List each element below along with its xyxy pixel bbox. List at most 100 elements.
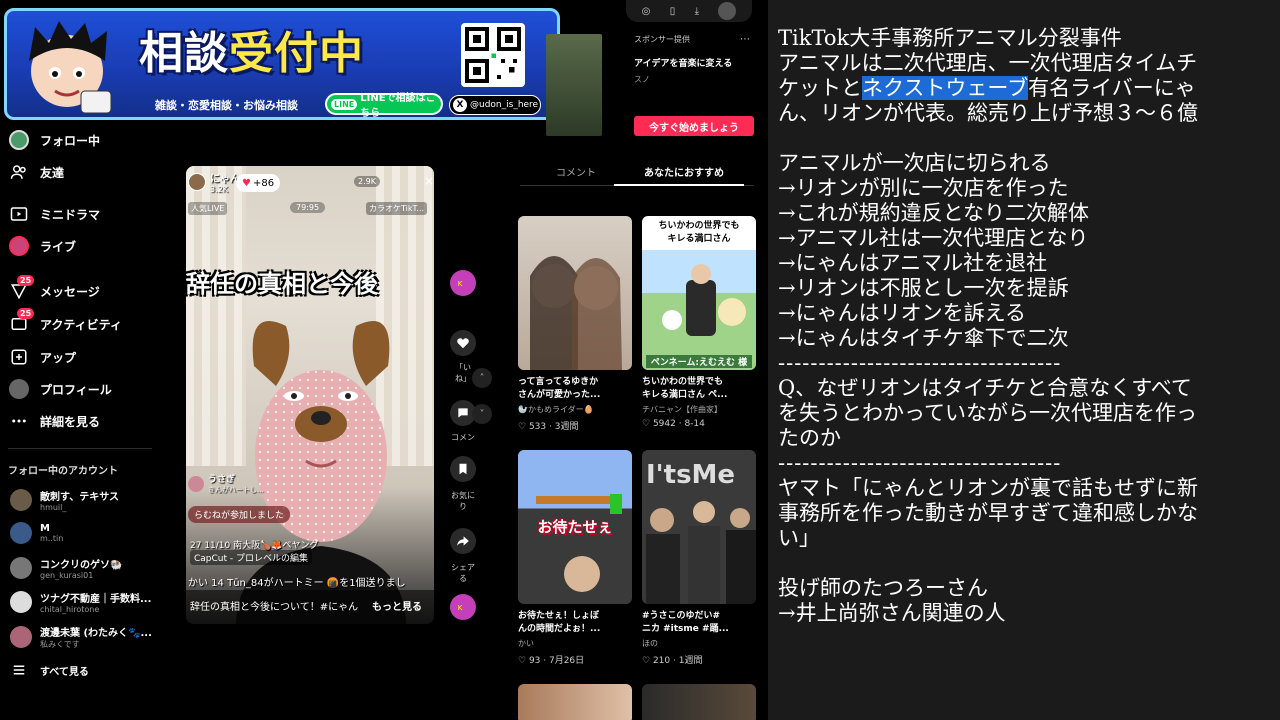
- list-icon: [8, 659, 30, 681]
- tab-comments[interactable]: コメント: [556, 164, 596, 179]
- sidebar-item-label: フォロー中: [40, 133, 101, 148]
- line-consult-badge: LINE LINEで相談はこちら: [325, 93, 443, 117]
- sponsor-more-icon[interactable]: ⋯: [740, 34, 750, 45]
- sponsor-title: アイデアを音楽に変える: [634, 59, 733, 69]
- note-line: 事務所を作った動きが早すぎて違和感しかな: [778, 501, 1198, 525]
- sidebar-item-mini-drama[interactable]: ミニドラマ: [8, 202, 100, 226]
- live-gift-icon[interactable]: K: [450, 594, 476, 620]
- sidebar-divider: [8, 448, 152, 449]
- following-account-item[interactable]: Mm..tin: [10, 522, 63, 544]
- scroll-up-icon[interactable]: ˄: [472, 368, 492, 388]
- heart-icon: ♡: [642, 419, 653, 429]
- recommended-video-card[interactable]: I'tsMe #うさこのゆだい# ニカ #itsme #踊... ほの ♡ 21…: [642, 450, 756, 666]
- video-meta: ♡ 5942 · 8-14: [642, 419, 705, 429]
- x-handle-badge: X @udon_is_here: [449, 95, 541, 115]
- note-blank-line: [778, 126, 1280, 151]
- see-more-link[interactable]: もっと見る: [372, 598, 422, 613]
- following-account-item[interactable]: ツナグ不動産｜手数料... chital_hirotone: [10, 590, 151, 614]
- heart-icon: [457, 338, 469, 349]
- line-logo-icon: LINE: [331, 98, 358, 110]
- banner-subtitle: 雑談・恋愛相談・お悩み相談: [155, 99, 298, 112]
- heart-icon: ♡: [518, 422, 529, 432]
- svg-text:K: K: [458, 280, 463, 288]
- sponsor-cta-button[interactable]: 今すぐ始めましょう: [634, 116, 754, 136]
- save-label: お気に り: [451, 491, 475, 511]
- following-account-item[interactable]: コンクリのゲソ🐏 gen_kurasi01: [10, 556, 122, 580]
- chat-author: うさぎ: [208, 475, 236, 485]
- viewer-count: 2.9K: [354, 176, 380, 187]
- recommended-video-card[interactable]: ちいかわの世界でも キレる満口さん ペンネーム:えむえむ 様 ちいかわの世界でも…: [642, 216, 756, 429]
- note-line: ヤマト「にゃんとリオンが裏で話もせずに新: [778, 476, 1198, 500]
- like-count: +86: [252, 177, 275, 189]
- video-caption: #うさこのゆだい# ニカ #itsme #踊...: [642, 611, 729, 634]
- sidebar-item-live[interactable]: ライブ: [8, 234, 76, 258]
- close-icon[interactable]: ×: [424, 174, 434, 188]
- note-blank-line: [778, 551, 1280, 576]
- live-video-player[interactable]: にゃん 3.2K ♥ +86 2.9K × 人気LIVE 79:95 カラオケTik…: [186, 166, 434, 624]
- recommended-video-card[interactable]: って言ってるゆきか さんが可愛かった... 🦭かもめライダー🥚 ♡ 533 · …: [518, 216, 632, 432]
- sponsor-thumbnail[interactable]: [546, 34, 602, 136]
- live-gift-icon[interactable]: K: [450, 270, 476, 296]
- tab-recommended[interactable]: あなたにおすすめ: [644, 164, 724, 179]
- video-caption: って言ってるゆきか さんが可愛かった...: [518, 377, 601, 400]
- note-line: →リオンは不服とし一次を提訴: [778, 276, 1069, 300]
- note-line: Q、なぜリオンはタイチケと合意なくすべて: [778, 376, 1192, 400]
- like-count: 5942: [652, 419, 676, 429]
- share-icon: [457, 536, 469, 546]
- like-count: 93: [528, 656, 541, 666]
- share-button[interactable]: [450, 528, 476, 554]
- sidebar-item-following[interactable]: フォロー中: [8, 128, 100, 152]
- scroll-down-icon[interactable]: ˅: [472, 404, 492, 424]
- avatar: [10, 591, 32, 613]
- more-icon: [8, 410, 30, 432]
- svg-text:K: K: [458, 604, 463, 612]
- account-name: 敵刺す、テキサス: [40, 492, 119, 503]
- heart-icon: ♡: [642, 656, 653, 666]
- account-name: 渡邊未葉 (わたみく🐾...: [40, 628, 152, 639]
- live-host-info[interactable]: にゃん 3.2K: [188, 170, 240, 194]
- sidebar-item-messages[interactable]: 25 メッセージ: [8, 275, 100, 303]
- note-line: TikTok大手事務所アニマル分裂事件: [778, 26, 1122, 50]
- account-id: hmuil_: [40, 503, 67, 512]
- video-author: 🦭かもめライダー🥚: [518, 405, 594, 414]
- sidebar-item-label: ミニドラマ: [40, 207, 101, 222]
- avatar: [188, 475, 204, 492]
- pip-icon[interactable]: ◎: [642, 6, 651, 17]
- profile-icon: [8, 378, 30, 400]
- download-icon[interactable]: ⤓: [695, 6, 699, 17]
- avatar: [10, 626, 32, 648]
- video-meta: ♡ 93 · 7月26日: [518, 656, 585, 666]
- recommended-video-card[interactable]: お待たせぇ お待たせぇ！しょぼ んの時間だよぉ！... かい ♡ 93 · 7月…: [518, 450, 632, 666]
- mobile-icon[interactable]: ▯: [670, 6, 676, 17]
- following-accounts-header: フォロー中のアカウント: [8, 466, 118, 477]
- sidebar-item-label: ライブ: [40, 239, 77, 254]
- x-logo-icon: X: [453, 98, 467, 112]
- note-line: ケットとネクストウェーブ有名ライバーにゃ: [778, 76, 1280, 101]
- qr-code-image: [461, 23, 525, 87]
- following-account-item[interactable]: 渡邊未葉 (わたみく🐾... 私みくです: [10, 624, 152, 650]
- sidebar-item-activity[interactable]: 25 アクティビティ: [8, 308, 122, 336]
- sidebar-item-profile[interactable]: プロフィール: [8, 377, 112, 401]
- sidebar: フォロー中 友達 ミニドラマ ライブ 25 メッセージ 25 アクティビティ ア…: [0, 124, 160, 720]
- comment-label: コメン: [451, 433, 475, 442]
- user-avatar-icon[interactable]: [718, 2, 737, 20]
- activity-icon: 25: [8, 308, 35, 335]
- mini-drama-icon: [8, 203, 30, 225]
- sidebar-item-more[interactable]: 詳細を見る: [8, 409, 100, 433]
- sidebar-item-upload[interactable]: アップ: [8, 345, 76, 369]
- like-button[interactable]: [450, 330, 476, 356]
- video-thumbnail[interactable]: [642, 684, 756, 720]
- account-id: m..tin: [40, 534, 64, 543]
- see-all-button[interactable]: すべて見る: [8, 658, 89, 682]
- following-account-item[interactable]: 敵刺す、テキサス hmuil_: [10, 488, 119, 512]
- save-button[interactable]: [450, 456, 476, 482]
- note-line: →にゃんはアニマル社を退社: [778, 251, 1048, 275]
- video-thumbnail[interactable]: [518, 684, 632, 720]
- like-count-pill: ♥ +86: [236, 174, 281, 192]
- x-handle-text: @udon_is_here: [470, 100, 539, 110]
- post-age: 3週間: [554, 422, 579, 432]
- sidebar-item-label: 詳細を見る: [40, 414, 101, 429]
- sidebar-item-friends[interactable]: 友達: [8, 160, 64, 184]
- share-label: シェア る: [451, 563, 475, 583]
- account-id: gen_kurasi01: [40, 571, 94, 580]
